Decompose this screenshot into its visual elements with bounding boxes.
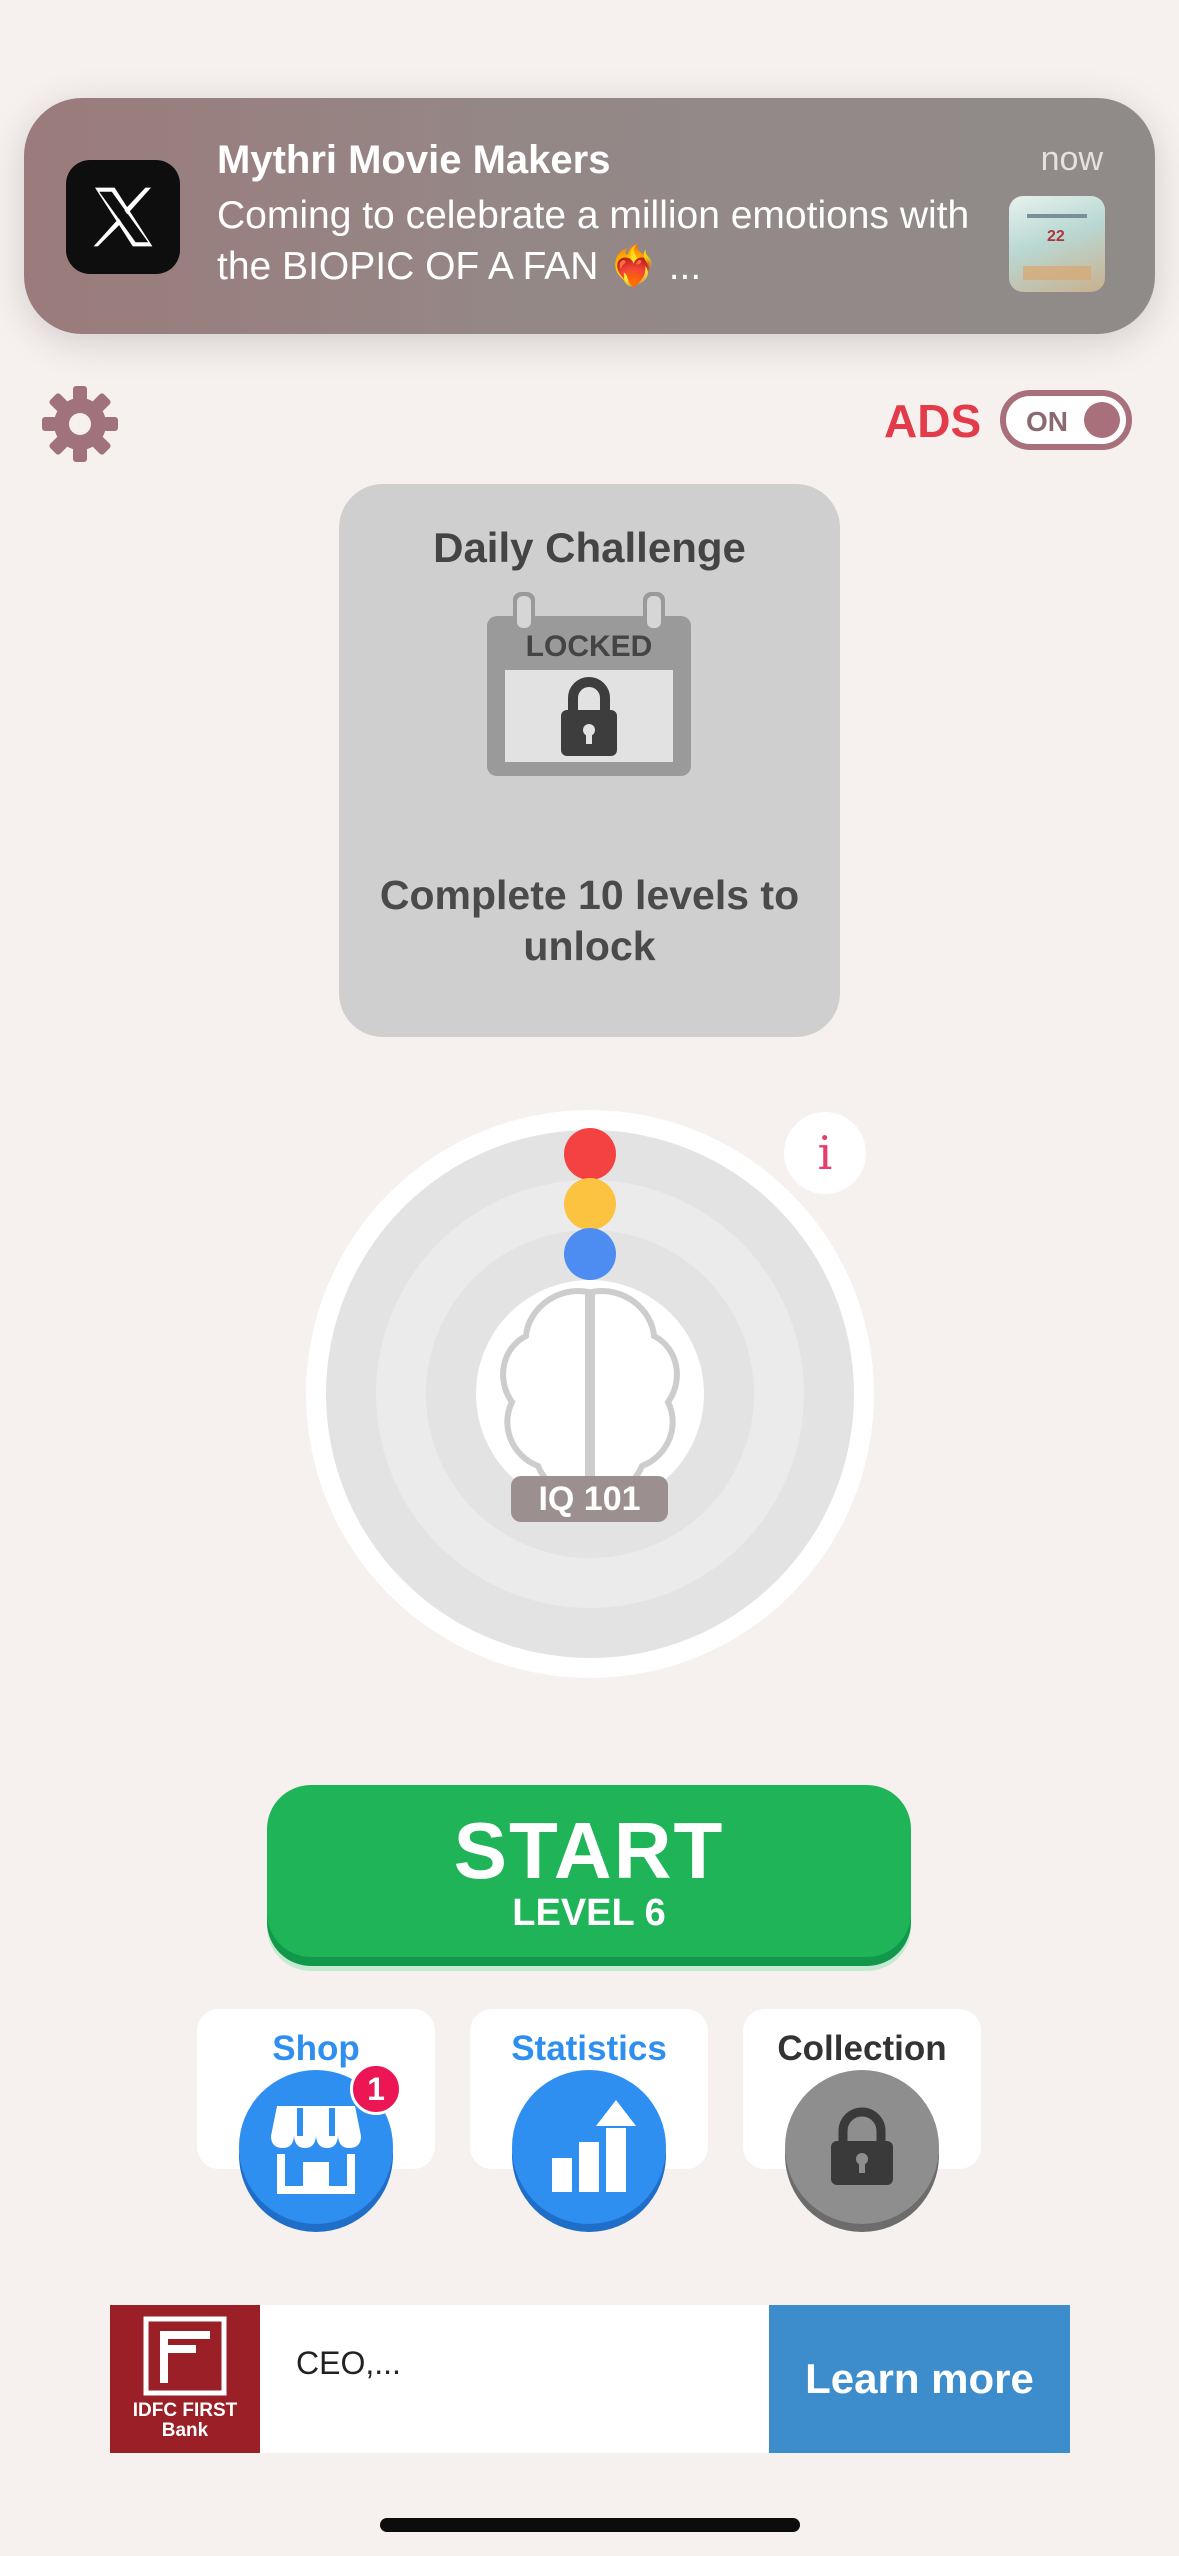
idfc-logo: IDFC FIRST Bank — [110, 2305, 260, 2453]
home-indicator[interactable] — [380, 2518, 800, 2532]
start-label: START — [453, 1806, 725, 1895]
daily-challenge-description: Complete 10 levels to unlock — [379, 872, 800, 969]
iq-dot-red — [564, 1128, 616, 1180]
level-label: LEVEL 6 — [512, 1892, 666, 1934]
daily-challenge-card[interactable]: Daily Challenge LOCKED Complete 10 level… — [339, 484, 840, 1037]
x-logo-icon — [66, 160, 180, 274]
bar-chart-icon — [552, 2100, 636, 2192]
iq-meter — [306, 1110, 874, 1678]
notification-title: Mythri Movie Makers — [217, 138, 611, 182]
statistics-button[interactable] — [512, 2070, 666, 2224]
shop-notification-badge: 1 — [350, 2063, 402, 2115]
statistics-label: Statistics — [511, 2029, 667, 2068]
notification-thumbnail: 22 — [1009, 196, 1105, 292]
info-button[interactable]: i — [784, 1112, 866, 1194]
lock-icon — [831, 2107, 893, 2185]
shop-icon — [271, 2106, 361, 2194]
ad-logo-text: IDFC FIRST Bank — [132, 2400, 238, 2441]
notification-body: Coming to celebrate a million emotions w… — [217, 194, 970, 288]
iq-dot-yellow — [564, 1178, 616, 1230]
locked-label: LOCKED — [525, 630, 653, 663]
ads-label: ADS — [884, 395, 982, 447]
start-button[interactable]: START LEVEL 6 — [267, 1785, 911, 1957]
toggle-knob — [1084, 402, 1120, 438]
learn-more-button[interactable]: Learn more — [769, 2305, 1070, 2453]
ads-toggle[interactable]: ON — [1000, 390, 1132, 450]
ad-text: CEO,... — [296, 2345, 401, 2381]
thumbnail-number: 22 — [1047, 228, 1065, 245]
collection-label: Collection — [777, 2029, 947, 2068]
app-screen: Mythri Movie Makers now Coming to celebr… — [0, 0, 1179, 2556]
iq-score-badge: IQ 101 — [511, 1476, 668, 1522]
iq-dot-blue — [564, 1228, 616, 1280]
locked-calendar-icon: LOCKED — [487, 592, 691, 776]
collection-button[interactable] — [785, 2070, 939, 2224]
shop-label: Shop — [272, 2029, 360, 2068]
notification-time: now — [1040, 140, 1103, 178]
daily-challenge-title: Daily Challenge — [433, 524, 746, 571]
gear-icon[interactable] — [40, 384, 120, 464]
ads-toggle-state: ON — [1026, 406, 1068, 437]
ad-banner[interactable]: IDFC FIRST Bank CEO,... Learn more — [110, 2305, 1070, 2453]
push-notification[interactable]: Mythri Movie Makers now Coming to celebr… — [24, 98, 1155, 334]
